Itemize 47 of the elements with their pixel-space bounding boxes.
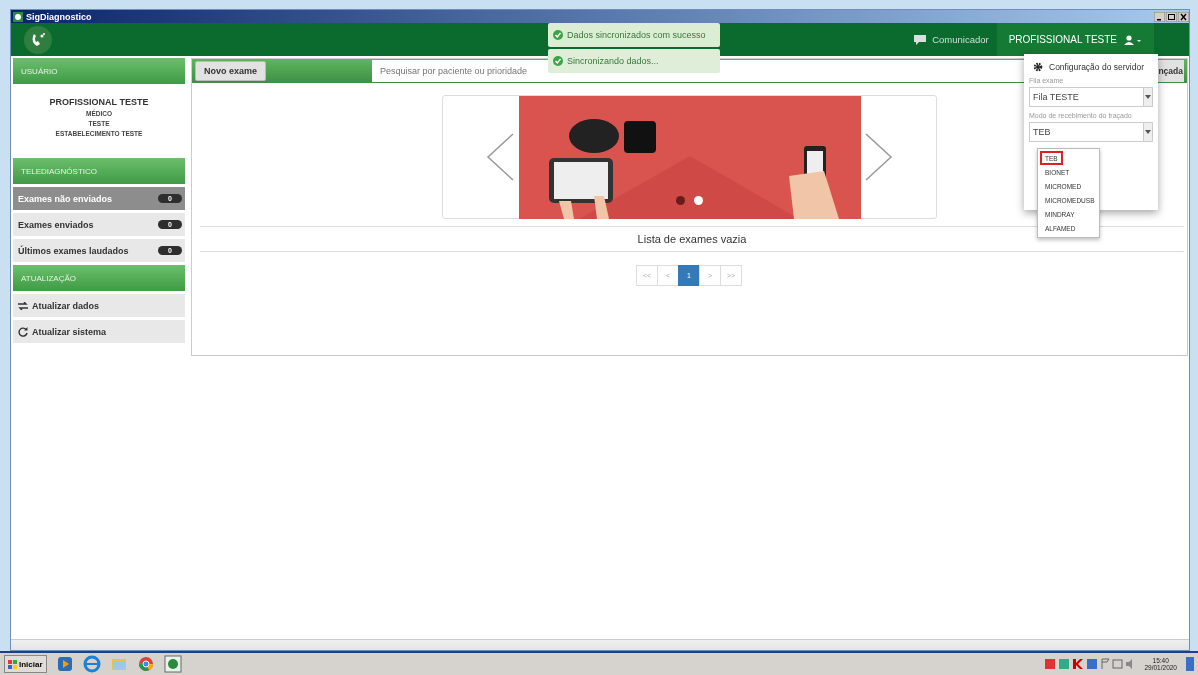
queue-select[interactable]: Fila TESTE	[1029, 87, 1153, 107]
settings-icon	[1033, 62, 1043, 72]
app-icon[interactable]	[163, 655, 182, 673]
sidebar-item[interactable]: Atualizar sistema	[13, 320, 185, 343]
swap-arrows-icon	[18, 301, 28, 310]
app-icon	[13, 11, 23, 22]
logo-icon	[23, 24, 53, 55]
check-icon	[553, 30, 563, 40]
section-header: USUÁRIO	[13, 58, 185, 84]
horizontal-scrollbar[interactable]	[11, 639, 1189, 650]
minimize-icon[interactable]	[1154, 11, 1165, 22]
toast-text: Dados sincronizados com sucesso	[567, 30, 706, 40]
carousel-indicator[interactable]	[676, 195, 685, 205]
caret-icon	[1145, 130, 1151, 134]
windows-logo-icon	[8, 659, 17, 669]
sidebar-item[interactable]: Atualizar dados	[13, 294, 185, 317]
user-icon	[1124, 34, 1142, 45]
link-label: Comunicador	[932, 34, 989, 45]
mode-select[interactable]: TEB	[1029, 122, 1153, 142]
user-menu-button[interactable]: PROFISSIONAL TESTE	[996, 23, 1154, 56]
item-label: Exames não enviados	[18, 193, 114, 204]
show-desktop-icon	[1186, 657, 1194, 671]
item-label: Atualizar sistema	[32, 326, 108, 337]
start-button[interactable]: Iniciar	[4, 655, 47, 673]
chat-icon	[914, 34, 927, 45]
item-label: Últimos exames laudados	[18, 245, 130, 256]
section-header: TELEDIAGNÓSTICO	[13, 158, 185, 184]
close-icon[interactable]	[1178, 11, 1189, 22]
item-label: Exames enviados	[18, 219, 95, 230]
window-title: SigDiagnostico	[26, 11, 92, 22]
browser-icon[interactable]	[82, 655, 101, 673]
carousel-indicator[interactable]	[694, 195, 703, 205]
check-icon	[553, 56, 563, 66]
caret-icon	[1145, 95, 1151, 99]
advanced-search-button[interactable]: nçada	[1157, 60, 1184, 82]
item-label: Atualizar dados	[32, 300, 100, 311]
user-name: PROFISSIONAL TESTE	[1008, 34, 1117, 45]
media-player-icon[interactable]	[55, 655, 74, 673]
section-header: ATUALIZAÇÃO	[13, 265, 185, 291]
empty-message: Lista de exames vazia	[637, 233, 747, 245]
chrome-icon[interactable]	[136, 655, 155, 673]
refresh-icon	[18, 326, 28, 337]
maximize-icon[interactable]	[1166, 11, 1177, 22]
communicator-link[interactable]: Comunicador	[914, 34, 989, 45]
menu-title: Configuração do servidor	[1049, 62, 1144, 72]
new-exam-button[interactable]: Novo exame	[195, 61, 267, 81]
user-name: PROFISSIONAL TESTE	[49, 97, 149, 107]
